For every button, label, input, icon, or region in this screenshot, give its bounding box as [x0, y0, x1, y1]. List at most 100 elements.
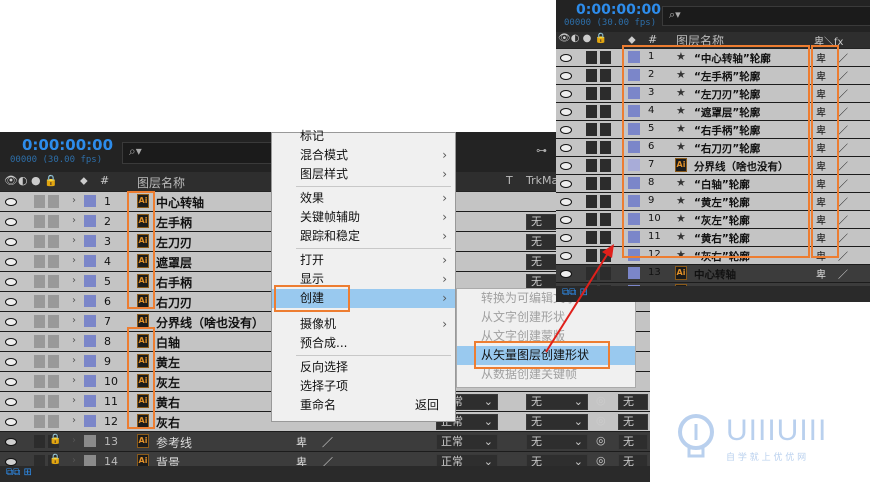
lock-toggle[interactable]: [600, 123, 611, 136]
eye-icon[interactable]: [560, 72, 572, 80]
quality-slash-icon[interactable]: ／: [838, 140, 848, 155]
eye-icon[interactable]: [560, 180, 572, 188]
menu-item-camera[interactable]: 摄像机 ›: [272, 315, 455, 334]
parent-select[interactable]: 无: [618, 394, 648, 410]
menu-item-effects[interactable]: 效果 ›: [272, 189, 455, 208]
expand-arrow-icon[interactable]: ›: [72, 215, 76, 226]
lock-toggle[interactable]: [600, 141, 611, 154]
audio-toggle[interactable]: [34, 375, 45, 388]
audio-toggle[interactable]: [34, 395, 45, 408]
eye-icon[interactable]: [560, 216, 572, 224]
audio-toggle[interactable]: [34, 275, 45, 288]
audio-toggle[interactable]: [586, 213, 597, 226]
audio-toggle[interactable]: [34, 255, 45, 268]
lock-toggle[interactable]: [48, 275, 59, 288]
layer-name[interactable]: 左刀刃: [156, 234, 192, 251]
label-color[interactable]: [84, 275, 96, 287]
trkmat-select[interactable]: 无 ⌄: [526, 414, 588, 430]
audio-toggle[interactable]: [34, 335, 45, 348]
lock-toggle[interactable]: [600, 159, 611, 172]
audio-toggle[interactable]: [586, 105, 597, 118]
toggle-icons[interactable]: ⧉⧉ ⊞: [6, 467, 32, 478]
menu-item-track-stabilize[interactable]: 跟踪和稳定 ›: [272, 227, 455, 246]
audio-toggle[interactable]: [34, 235, 45, 248]
layer-name[interactable]: 参考线: [156, 434, 192, 451]
label-color[interactable]: [84, 335, 96, 347]
audio-toggle[interactable]: [34, 435, 45, 448]
audio-toggle[interactable]: [586, 51, 597, 64]
layer-name[interactable]: 中心转轴: [694, 267, 736, 282]
col-layer-name[interactable]: 图层名称: [137, 174, 185, 191]
spiral-icon[interactable]: ◎: [596, 394, 606, 407]
layer-name[interactable]: 灰右: [156, 414, 180, 431]
menu-item-invert-selection[interactable]: 反向选择: [272, 358, 455, 377]
menu-item-layer-styles[interactable]: 图层样式 ›: [272, 165, 455, 184]
eye-icon[interactable]: [560, 162, 572, 170]
eye-icon[interactable]: [5, 418, 17, 426]
lock-toggle[interactable]: [48, 295, 59, 308]
label-color[interactable]: [84, 415, 96, 427]
eye-icon[interactable]: [5, 318, 17, 326]
label-color[interactable]: [84, 295, 96, 307]
layer-name[interactable]: 黄左: [156, 354, 180, 371]
label-color[interactable]: [84, 235, 96, 247]
av-switches-icon[interactable]: 👁◐ ● 🔒: [558, 33, 607, 44]
blend-mode-select[interactable]: 正常⌄: [436, 434, 498, 450]
lock-toggle[interactable]: [48, 415, 59, 428]
layer-name[interactable]: 遮罩层: [156, 254, 192, 271]
lock-toggle[interactable]: [48, 255, 59, 268]
label-color[interactable]: [84, 395, 96, 407]
lock-toggle[interactable]: [600, 213, 611, 226]
layer-name[interactable]: 白轴: [156, 334, 180, 351]
eye-icon[interactable]: [5, 198, 17, 206]
expand-arrow-icon[interactable]: ›: [72, 295, 76, 306]
label-color[interactable]: [84, 355, 96, 367]
eye-icon[interactable]: [560, 198, 572, 206]
expand-arrow-icon[interactable]: ›: [72, 315, 76, 326]
eye-icon[interactable]: [5, 398, 17, 406]
audio-toggle[interactable]: [586, 159, 597, 172]
audio-toggle[interactable]: [34, 355, 45, 368]
label-color[interactable]: [84, 375, 96, 387]
spiral-icon[interactable]: ◎: [596, 434, 606, 447]
quality-slash-icon[interactable]: ／: [838, 212, 848, 227]
lock-toggle[interactable]: [48, 395, 59, 408]
lock-toggle[interactable]: [48, 355, 59, 368]
expand-arrow-icon[interactable]: ›: [72, 435, 76, 446]
layer-name[interactable]: 分界线（啥也没有）: [156, 314, 264, 331]
eye-icon[interactable]: [5, 258, 17, 266]
expand-arrow-icon[interactable]: ›: [72, 255, 76, 266]
menu-item-rename[interactable]: 重命名 返回: [272, 396, 455, 415]
quality-slash-icon[interactable]: ／: [838, 68, 848, 83]
shy-icon[interactable]: 卑: [296, 434, 307, 450]
layer-name[interactable]: 右手柄: [156, 274, 192, 291]
quality-slash-icon[interactable]: ／: [838, 266, 848, 281]
audio-toggle[interactable]: [586, 87, 597, 100]
label-color[interactable]: [84, 315, 96, 327]
audio-toggle[interactable]: [34, 195, 45, 208]
layer-row[interactable]: 🔒 › 13 Ai 参考线 卑 ／ 正常 ⌄ 无 ⌄ ◎ 无: [0, 432, 650, 452]
label-color[interactable]: [628, 267, 640, 279]
eye-icon[interactable]: [5, 458, 17, 466]
eye-icon[interactable]: [5, 338, 17, 346]
parent-select[interactable]: 无: [618, 434, 648, 450]
audio-toggle[interactable]: [586, 141, 597, 154]
search-input[interactable]: ⌕▾: [122, 142, 272, 164]
lock-toggle[interactable]: [600, 195, 611, 208]
audio-toggle[interactable]: [586, 177, 597, 190]
audio-toggle[interactable]: [34, 295, 45, 308]
expand-arrow-icon[interactable]: ›: [72, 455, 76, 466]
av-switches-icon[interactable]: 👁◐ ● 🔒: [4, 174, 58, 187]
layer-name[interactable]: 灰左: [156, 374, 180, 391]
lock-toggle[interactable]: [600, 87, 611, 100]
eye-icon[interactable]: [5, 298, 17, 306]
eye-icon[interactable]: [560, 90, 572, 98]
trkmat-select[interactable]: 无 ⌄: [526, 434, 588, 450]
audio-toggle[interactable]: [586, 195, 597, 208]
shy-icon[interactable]: 卑: [816, 266, 826, 281]
search-input-right[interactable]: ⌕▾: [662, 6, 870, 26]
comp-flowchart-icon[interactable]: ⊶: [536, 144, 547, 157]
menu-item-precompose[interactable]: 预合成...: [272, 334, 455, 353]
layer-name[interactable]: 右刀刃: [156, 294, 192, 311]
quality-slash-icon[interactable]: ／: [838, 122, 848, 137]
